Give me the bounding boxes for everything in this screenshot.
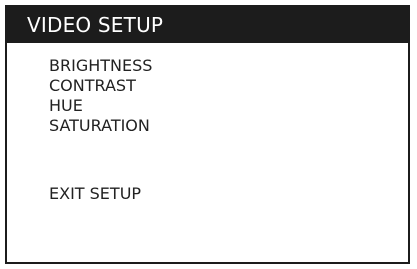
settings-menu: BRIGHTNESS CONTRAST HUE SATURATION bbox=[49, 56, 152, 136]
menu-item-saturation[interactable]: SATURATION bbox=[49, 116, 152, 136]
menu-item-brightness[interactable]: BRIGHTNESS bbox=[49, 56, 152, 76]
exit-setup-button[interactable]: EXIT SETUP bbox=[49, 184, 141, 204]
menu-item-contrast[interactable]: CONTRAST bbox=[49, 76, 152, 96]
video-setup-panel: VIDEO SETUP BRIGHTNESS CONTRAST HUE SATU… bbox=[5, 5, 410, 264]
menu-item-hue[interactable]: HUE bbox=[49, 96, 152, 116]
page-title: VIDEO SETUP bbox=[7, 7, 408, 43]
